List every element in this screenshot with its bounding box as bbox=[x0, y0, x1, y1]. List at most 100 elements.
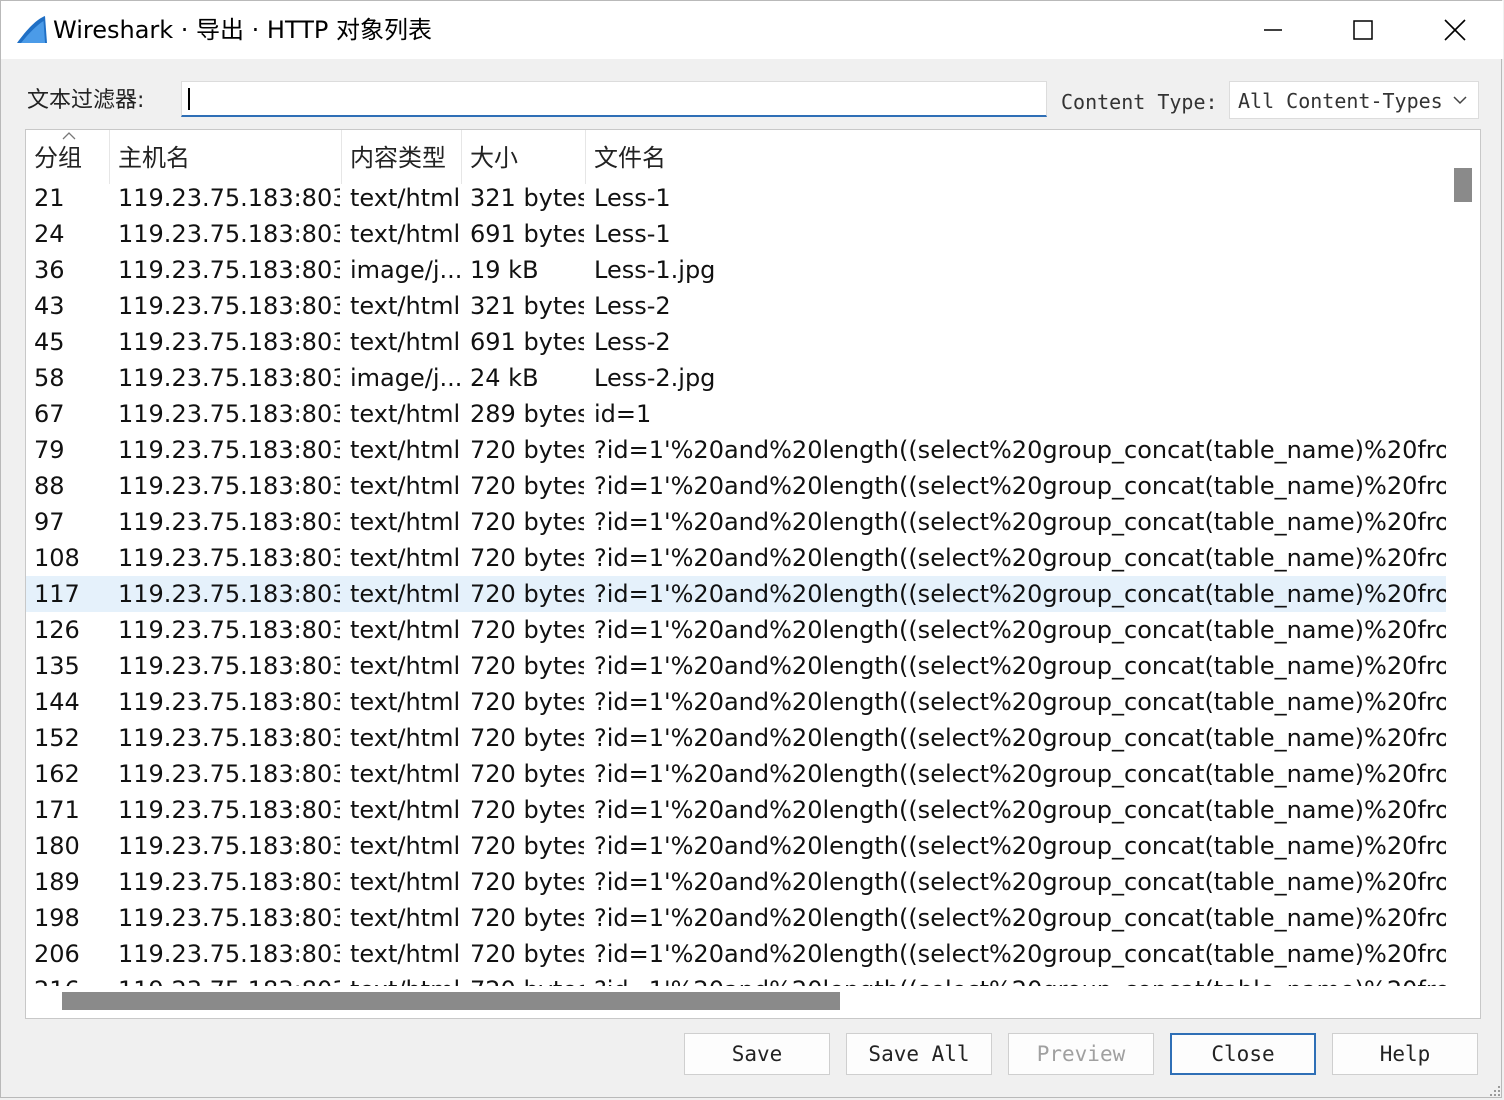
cell-hostname: 119.23.75.183:8033 bbox=[118, 580, 340, 608]
window-title: Wireshark · 导出 · HTTP 对象列表 bbox=[53, 16, 432, 44]
cell-filename: ?id=1'%20and%20length((select%20group_co… bbox=[594, 688, 1446, 716]
table-body: 21 119.23.75.183:8033 text/html 321 bytes Le… bbox=[26, 180, 1446, 986]
content-type-select[interactable]: All Content-Types bbox=[1229, 81, 1479, 119]
cell-packet: 88 bbox=[34, 472, 65, 500]
cell-packet: 36 bbox=[34, 256, 65, 284]
save-button[interactable]: Save bbox=[684, 1033, 830, 1075]
cell-hostname: 119.23.75.183:8033 bbox=[118, 796, 340, 824]
close-button[interactable]: Close bbox=[1170, 1033, 1316, 1075]
cell-filename: ?id=1'%20and%20length((select%20group_co… bbox=[594, 544, 1446, 572]
table-row[interactable]: 43 119.23.75.183:8033 text/html 321 bytes Le… bbox=[26, 288, 1446, 324]
column-header-hostname[interactable]: 主机名 bbox=[110, 130, 342, 184]
column-header-filename[interactable]: 文件名 bbox=[586, 130, 1446, 184]
table-row[interactable]: 97 119.23.75.183:8033 text/html 720 bytes ?i… bbox=[26, 504, 1446, 540]
wireshark-fin-icon bbox=[17, 16, 47, 43]
horizontal-scrollbar[interactable] bbox=[26, 986, 1446, 1018]
cell-packet: 206 bbox=[34, 940, 80, 968]
window-close-button[interactable] bbox=[1409, 1, 1501, 59]
title-bar[interactable]: Wireshark · 导出 · HTTP 对象列表 bbox=[1, 1, 1503, 59]
cell-content-type: text/html bbox=[350, 940, 460, 968]
cell-size: 720 bytes bbox=[470, 868, 584, 896]
cell-filename: ?id=1'%20and%20length((select%20group_co… bbox=[594, 972, 1446, 986]
cell-content-type: text/html bbox=[350, 436, 460, 464]
table-row[interactable]: 135 119.23.75.183:8033 text/html 720 bytes?… bbox=[26, 648, 1446, 684]
cell-hostname: 119.23.75.183:8033 bbox=[118, 472, 340, 500]
table-row[interactable]: 45 119.23.75.183:8033 text/html 691 bytes Le… bbox=[26, 324, 1446, 360]
table-row[interactable]: 117 119.23.75.183:8033 text/html 720 bytes?… bbox=[26, 576, 1446, 612]
help-button[interactable]: Help bbox=[1332, 1033, 1478, 1075]
table-row[interactable]: 88 119.23.75.183:8033 text/html 720 bytes ?i… bbox=[26, 468, 1446, 504]
table-row[interactable]: 108 119.23.75.183:8033 text/html 720 bytes?… bbox=[26, 540, 1446, 576]
cell-size: 321 bytes bbox=[470, 292, 584, 320]
resize-grip-icon[interactable] bbox=[1489, 1085, 1501, 1097]
cell-size: 720 bytes bbox=[470, 760, 584, 788]
cell-filename: ?id=1'%20and%20length((select%20group_co… bbox=[594, 508, 1446, 536]
cell-packet: 216 bbox=[34, 972, 110, 986]
cell-content-type: text/html bbox=[350, 796, 460, 824]
table-row[interactable]: 206 119.23.75.183:8033 text/html 720 bytes?… bbox=[26, 936, 1446, 972]
table-row[interactable]: 36 119.23.75.183:8033 image/j... 19 kB Less-… bbox=[26, 252, 1446, 288]
column-header-size[interactable]: 大小 bbox=[462, 130, 586, 184]
minimize-button[interactable] bbox=[1227, 1, 1319, 59]
cell-content-type: image/j... bbox=[350, 364, 460, 392]
save-all-button[interactable]: Save All bbox=[846, 1033, 992, 1075]
text-cursor bbox=[188, 88, 190, 110]
cell-size: 720 bytes bbox=[470, 724, 584, 752]
close-icon bbox=[1444, 19, 1466, 41]
cell-content-type: text/html bbox=[350, 400, 460, 428]
text-filter-input[interactable] bbox=[181, 81, 1047, 117]
cell-filename: ?id=1'%20and%20length((select%20group_co… bbox=[594, 940, 1446, 968]
table-row[interactable]: 144 119.23.75.183:8033 text/html 720 bytes?… bbox=[26, 684, 1446, 720]
cell-filename: ?id=1'%20and%20length((select%20group_co… bbox=[594, 652, 1446, 680]
preview-button[interactable]: Preview bbox=[1008, 1033, 1154, 1075]
maximize-button[interactable] bbox=[1317, 1, 1409, 59]
content-type-value: All Content-Types bbox=[1238, 89, 1443, 113]
cell-hostname: 119.23.75.183:8033 bbox=[118, 868, 340, 896]
cell-packet: 162 bbox=[34, 760, 80, 788]
table-row[interactable]: 58 119.23.75.183:8033 image/j... 24 kB Less-… bbox=[26, 360, 1446, 396]
cell-packet: 152 bbox=[34, 724, 80, 752]
cell-packet: 144 bbox=[34, 688, 80, 716]
cell-size: 720 bytes bbox=[470, 472, 584, 500]
column-header-packet[interactable]: 分组 bbox=[26, 130, 110, 184]
cell-filename: ?id=1'%20and%20length((select%20group_co… bbox=[594, 616, 1446, 644]
cell-hostname: 119.23.75.183:8033 bbox=[118, 940, 340, 968]
table-row[interactable]: 24 119.23.75.183:8033 text/html 691 bytes Le… bbox=[26, 216, 1446, 252]
cell-filename: ?id=1'%20and%20length((select%20group_co… bbox=[594, 760, 1446, 788]
cell-content-type: text/html bbox=[350, 580, 460, 608]
table-row[interactable]: 198 119.23.75.183:8033 text/html 720 bytes?… bbox=[26, 900, 1446, 936]
cell-size: 720 bytes bbox=[470, 544, 584, 572]
vertical-scroll-thumb[interactable] bbox=[1454, 168, 1472, 202]
horizontal-scroll-thumb[interactable] bbox=[62, 992, 840, 1010]
cell-size: 720 bytes bbox=[470, 580, 584, 608]
cell-filename: Less-1 bbox=[594, 220, 671, 248]
table-row[interactable]: 162 119.23.75.183:8033 text/html 720 bytes?… bbox=[26, 756, 1446, 792]
cell-content-type: text/html bbox=[350, 724, 460, 752]
vertical-scrollbar[interactable] bbox=[1446, 130, 1480, 986]
table-row[interactable]: 171 119.23.75.183:8033 text/html 720 bytes?… bbox=[26, 792, 1446, 828]
table-row[interactable]: 216 119.23.75.183:8033 text/html 720 bytes?… bbox=[26, 972, 1446, 986]
cell-filename: ?id=1'%20and%20length((select%20group_co… bbox=[594, 904, 1446, 932]
objects-table: 分组 主机名 内容类型 大小 文件名 21 119.23.75.183:8033 t… bbox=[25, 129, 1481, 1019]
cell-size: 720 bytes bbox=[470, 796, 584, 824]
table-row[interactable]: 180 119.23.75.183:8033 text/html 720 bytes?… bbox=[26, 828, 1446, 864]
cell-packet: 67 bbox=[34, 400, 65, 428]
table-row[interactable]: 79 119.23.75.183:8033 text/html 720 bytes ?i… bbox=[26, 432, 1446, 468]
table-row[interactable]: 67 119.23.75.183:8033 text/html 289 bytes id… bbox=[26, 396, 1446, 432]
cell-hostname: 119.23.75.183:8033 bbox=[118, 364, 340, 392]
column-header-content-type[interactable]: 内容类型 bbox=[342, 130, 462, 184]
cell-packet: 198 bbox=[34, 904, 80, 932]
cell-size: 24 kB bbox=[470, 364, 539, 392]
cell-packet: 189 bbox=[34, 868, 80, 896]
table-row[interactable]: 126 119.23.75.183:8033 text/html 720 bytes?… bbox=[26, 612, 1446, 648]
cell-hostname: 119.23.75.183:8033 bbox=[118, 832, 340, 860]
cell-filename: ?id=1'%20and%20length((select%20group_co… bbox=[594, 832, 1446, 860]
cell-content-type: text/html bbox=[350, 472, 460, 500]
table-row[interactable]: 189 119.23.75.183:8033 text/html 720 bytes?… bbox=[26, 864, 1446, 900]
table-row[interactable]: 21 119.23.75.183:8033 text/html 321 bytes Le… bbox=[26, 180, 1446, 216]
cell-filename: Less-2.jpg bbox=[594, 364, 716, 392]
cell-hostname: 119.23.75.183:8033 bbox=[118, 184, 340, 212]
table-row[interactable]: 152 119.23.75.183:8033 text/html 720 bytes?… bbox=[26, 720, 1446, 756]
cell-filename: Less-1 bbox=[594, 184, 671, 212]
cell-size: 19 kB bbox=[470, 256, 539, 284]
